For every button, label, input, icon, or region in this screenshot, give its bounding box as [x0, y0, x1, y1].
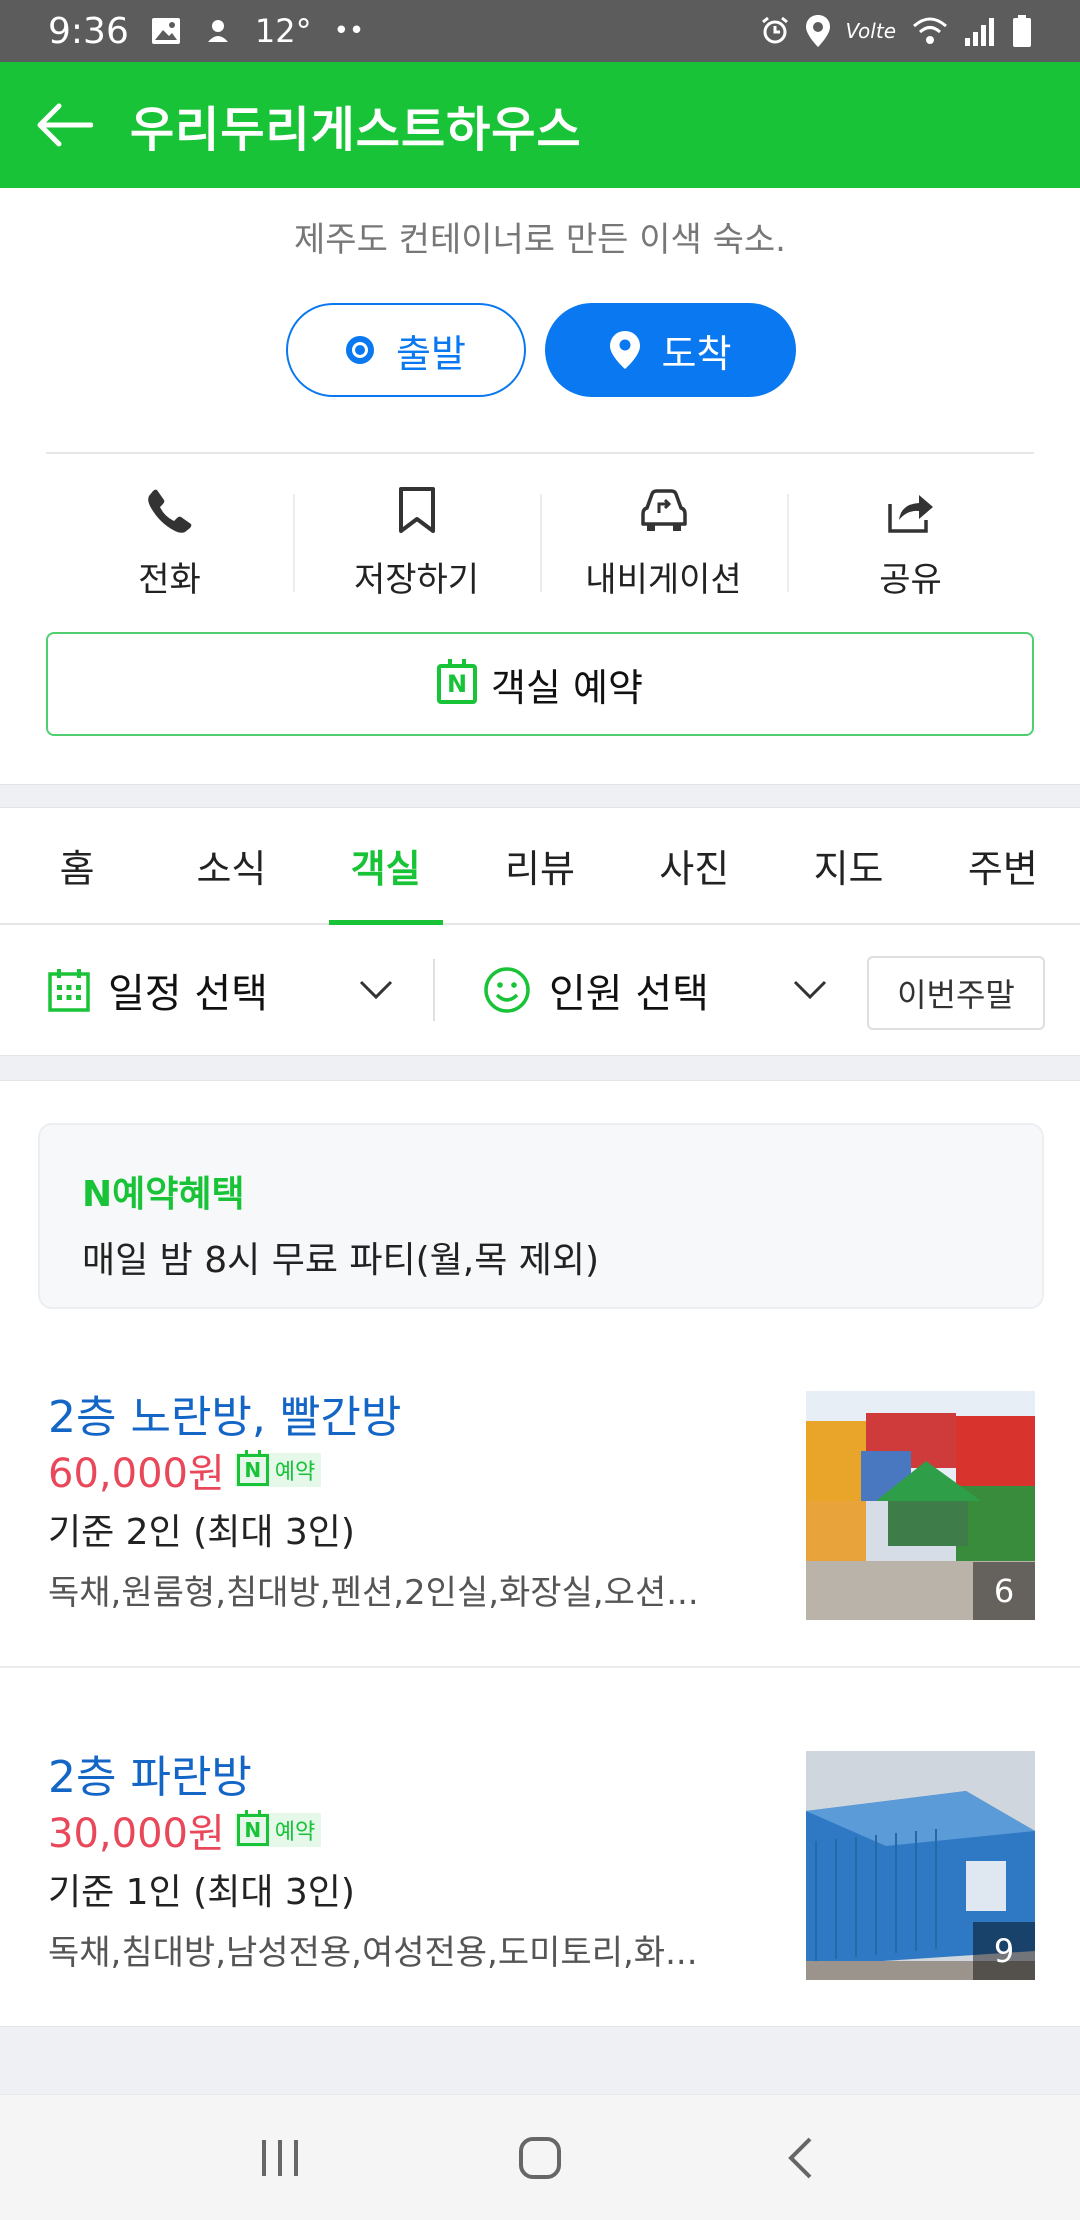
system-back-button[interactable] — [750, 2108, 850, 2208]
photo-count: 6 — [973, 1562, 1035, 1620]
room-reservation-button[interactable]: N 객실 예약 — [46, 632, 1034, 736]
wifi-icon — [912, 16, 948, 46]
room-list-item[interactable]: 2층 파란방 30,000원 N 예약 기준 1인 (최대 3인) 독채,침대방… — [0, 1741, 1080, 2001]
naver-reservation-icon: N — [236, 1810, 269, 1846]
back-arrow-icon — [37, 103, 93, 147]
room-name[interactable]: 2층 파란방 — [48, 1741, 252, 1805]
room-price-row: 60,000원 N 예약 — [48, 1441, 322, 1499]
place-description: 제주도 컨테이너로 만든 이색 숙소. — [294, 220, 786, 260]
divider — [0, 1666, 1080, 1668]
reservation-benefit-box: N예약혜택 매일 밤 8시 무료 파티(월,목 제외) — [38, 1123, 1044, 1309]
status-bar: 9:36 12° •• Volte — [0, 0, 1080, 62]
room-capacity: 기준 2인 (최대 3인) — [48, 1512, 355, 1553]
room-reservation-label: 객실 예약 — [491, 665, 643, 710]
reservation-badge-label: 예약 — [274, 1460, 316, 1485]
tab-news[interactable]: 소식 — [154, 808, 308, 923]
room-capacity: 기준 1인 (최대 3인) — [48, 1872, 355, 1913]
action-row: 전화 저장하기 내비게이션 공유 — [46, 478, 1034, 604]
chevron-down-icon — [359, 980, 393, 1000]
route-end-label: 도착 — [661, 331, 732, 376]
reservation-badge-label: 예약 — [274, 1820, 316, 1845]
divider — [46, 452, 1034, 454]
volte-label: Volte — [845, 19, 896, 43]
screen: 9:36 12° •• Volte 우리두리게스트하우스 제주도 컨테이너로 만… — [0, 0, 1080, 2220]
tab-home[interactable]: 홈 — [0, 808, 154, 923]
route-start-label: 출발 — [396, 331, 466, 376]
route-start-button[interactable]: 출발 — [286, 303, 526, 397]
chevron-left-icon — [788, 2137, 812, 2178]
room-price: 30,000원 — [48, 1811, 225, 1857]
chevron-down-icon — [793, 980, 827, 1000]
room-list-item[interactable]: 2층 노란방, 빨간방 60,000원 N 예약 기준 2인 (최대 3인) 독… — [0, 1381, 1080, 1641]
save-label: 저장하기 — [353, 560, 480, 600]
tab-bar: 홈 소식 객실 리뷰 사진 지도 주변 — [0, 808, 1080, 925]
tab-map[interactable]: 지도 — [771, 808, 925, 923]
page-title: 우리두리게스트하우스 — [130, 102, 582, 158]
section-gap — [0, 2026, 1080, 2094]
signal-icon — [964, 16, 996, 46]
date-select-dropdown[interactable]: 일정 선택 — [0, 925, 433, 1055]
recent-apps-icon — [262, 2139, 298, 2176]
status-temperature: 12° — [254, 12, 312, 50]
home-icon — [519, 2136, 561, 2179]
route-destination-button[interactable]: 도착 — [545, 303, 796, 397]
smiley-icon — [484, 967, 530, 1013]
share-label: 공유 — [879, 560, 942, 600]
alarm-icon — [760, 16, 790, 46]
share-button[interactable]: 공유 — [787, 478, 1034, 604]
origin-dot-icon — [346, 336, 375, 364]
section-gap — [0, 1055, 1080, 1081]
system-nav-bar — [0, 2094, 1080, 2220]
location-icon — [805, 15, 830, 47]
benefit-detail: 매일 밤 8시 무료 파티(월,목 제외) — [82, 1240, 600, 1281]
weather-icon — [203, 16, 233, 46]
naver-reservation-icon: N — [236, 1450, 269, 1486]
tab-rooms[interactable]: 객실 — [309, 808, 463, 925]
status-time: 9:36 — [48, 10, 129, 52]
bookmark-icon — [398, 487, 435, 533]
people-select-dropdown[interactable]: 인원 선택 — [435, 925, 867, 1055]
people-select-label: 인원 선택 — [549, 971, 709, 1017]
room-tags: 독채,침대방,남성전용,여성전용,도미토리,화... — [48, 1933, 698, 1973]
benefit-title: N예약혜택 — [82, 1174, 245, 1215]
room-photo[interactable]: 9 — [806, 1751, 1035, 1980]
phone-icon — [147, 489, 191, 533]
this-weekend-button[interactable]: 이번주말 — [867, 956, 1045, 1030]
call-button[interactable]: 전화 — [46, 478, 293, 604]
save-button[interactable]: 저장하기 — [293, 478, 540, 604]
room-photo[interactable]: 6 — [806, 1391, 1035, 1620]
tab-reviews[interactable]: 리뷰 — [463, 808, 617, 923]
recent-apps-button[interactable] — [230, 2108, 330, 2208]
share-icon — [887, 495, 933, 533]
room-name[interactable]: 2층 노란방, 빨간방 — [48, 1381, 401, 1445]
call-label: 전화 — [138, 560, 201, 600]
room-price: 60,000원 — [48, 1451, 225, 1497]
naver-reservation-icon: N — [437, 659, 478, 704]
home-button[interactable] — [490, 2108, 590, 2208]
calendar-icon — [48, 969, 90, 1012]
navigation-button[interactable]: 내비게이션 — [540, 478, 787, 604]
car-navigation-icon — [640, 489, 687, 531]
room-tags: 독채,원룸형,침대방,펜션,2인실,화장실,오션... — [48, 1573, 699, 1613]
tab-nearby[interactable]: 주변 — [926, 808, 1080, 923]
section-gap — [0, 784, 1080, 808]
room-price-row: 30,000원 N 예약 — [48, 1801, 322, 1859]
battery-icon — [1012, 15, 1032, 47]
reservation-badge: N 예약 — [234, 1810, 322, 1847]
gallery-icon — [151, 17, 181, 45]
photo-count: 9 — [973, 1922, 1035, 1980]
reservation-badge: N 예약 — [234, 1450, 322, 1487]
back-button[interactable] — [0, 62, 130, 188]
app-header: 우리두리게스트하우스 — [0, 62, 1080, 188]
tab-photos[interactable]: 사진 — [617, 808, 771, 923]
status-more: •• — [333, 16, 365, 46]
date-select-label: 일정 선택 — [108, 971, 268, 1017]
map-pin-icon — [609, 331, 640, 369]
navigation-label: 내비게이션 — [585, 560, 742, 600]
